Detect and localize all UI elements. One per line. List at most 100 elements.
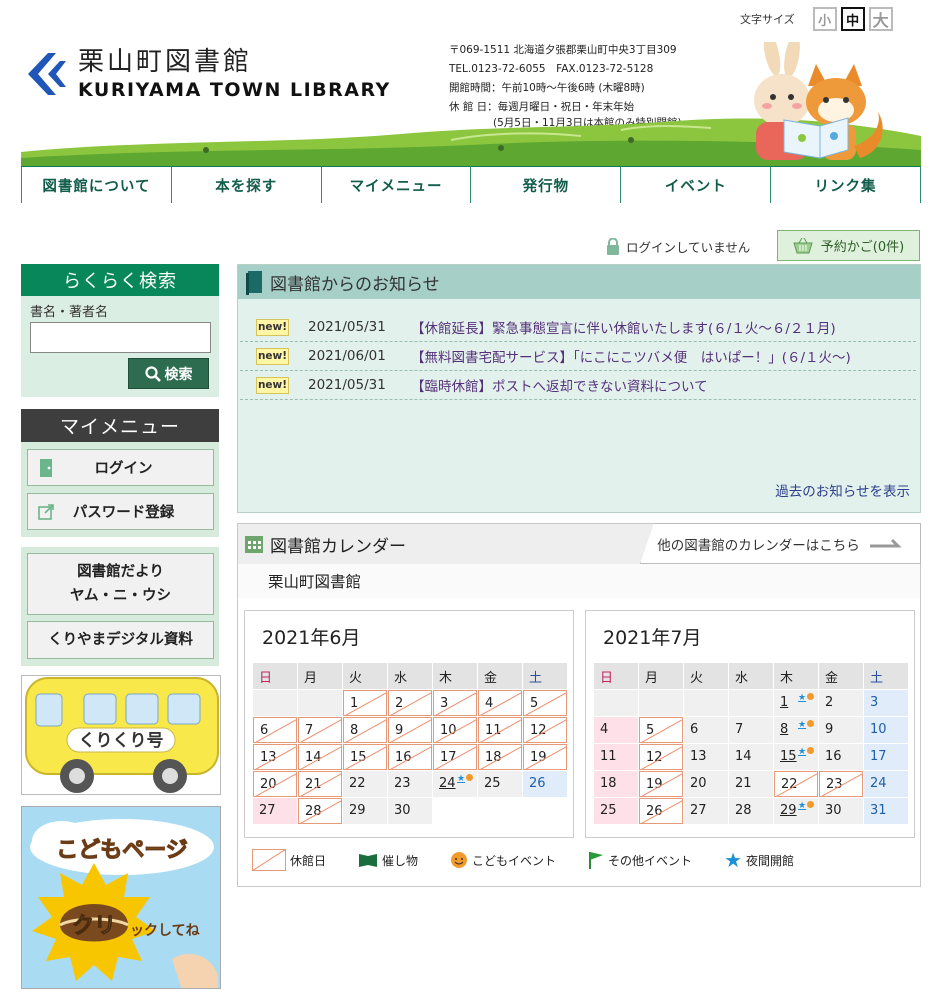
news-link[interactable]: 【休館延長】緊急事態宣言に伴い休館いたします(６/１火～６/２１月) — [411, 317, 836, 337]
library-name: 栗山町図書館 — [238, 564, 920, 598]
news-date: 2021/06/01 — [308, 348, 386, 364]
digital-archive-button[interactable]: くりやまデジタル資料 — [27, 621, 214, 659]
news-item[interactable]: new! 2021/06/01 【無料図書宅配サービス】「にこにこツバメ便 はい… — [240, 342, 916, 371]
event-book-icon — [359, 854, 378, 867]
day-number: 8 — [780, 722, 789, 737]
past-news-link[interactable]: 過去のお知らせを表示 — [775, 480, 910, 500]
new-badge: new! — [256, 318, 289, 336]
calendar-day: 1 — [343, 690, 387, 716]
password-button-label: パスワード登録 — [72, 505, 175, 521]
news-link[interactable]: 【無料図書宅配サービス】「にこにこツバメ便 はいぱー！」(６/１火～) — [411, 346, 851, 366]
door-icon — [40, 458, 52, 477]
day-number: 27 — [259, 803, 276, 818]
calendar-day[interactable]: 8 ★ — [774, 717, 818, 743]
day-number: 18 — [600, 776, 617, 791]
calendar-day: 8 — [343, 717, 387, 743]
calendar-day[interactable]: 1 ★ — [774, 690, 818, 716]
kids-event-dot-icon — [466, 774, 473, 781]
kids-event-dot-icon — [807, 720, 814, 727]
day-number: 28 — [735, 803, 752, 818]
other-calendar-label: 他の図書館のカレンダーはこちら — [657, 537, 860, 554]
newsletter-line2: ヤム・ニ・ウシ — [69, 588, 172, 604]
news-item[interactable]: new! 2021/05/31 【臨時休館】ポストへ返却できない資料について — [240, 371, 916, 400]
calendar-day: 17 — [433, 744, 477, 770]
nav-links[interactable]: リンク集 — [770, 167, 921, 203]
weekday-header: 日 — [594, 663, 638, 689]
calendar-day: 5 — [639, 717, 683, 743]
nav-search-books[interactable]: 本を探す — [170, 167, 321, 203]
day-number: 27 — [690, 803, 707, 818]
day-number: 13 — [260, 750, 277, 765]
nav-about-library[interactable]: 図書館について — [21, 167, 171, 203]
kids-title: こどもページ — [56, 838, 188, 863]
calendar-day: 5 — [523, 690, 567, 716]
calendar-day: 21 — [729, 771, 773, 797]
nav-my-menu[interactable]: マイメニュー — [320, 167, 471, 203]
day-number: 8 — [350, 723, 359, 738]
search-icon — [144, 365, 161, 382]
weekday-header: 木 — [774, 663, 818, 689]
calendar-legend: 休館日 催し物 こどもイベント その他イベント ★ 夜間開館 — [252, 849, 826, 871]
calendar-day: 4 — [478, 690, 522, 716]
sidebar-links-panel: 図書館だより ヤム・ニ・ウシ くりやまデジタル資料 — [21, 547, 219, 666]
kids-page-banner[interactable]: こどもページ クリ ックしてね — [21, 806, 221, 989]
calendar-day[interactable]: 15 ★ — [774, 744, 818, 770]
login-button[interactable]: ログイン — [27, 449, 214, 486]
calendar-day[interactable]: 24 ★ — [433, 771, 477, 797]
new-badge: new! — [256, 347, 289, 365]
calendar-day: 26 — [639, 798, 683, 824]
calendar-day[interactable]: 29 ★ — [774, 798, 818, 824]
calendar-day: 19 — [523, 744, 567, 770]
password-register-button[interactable]: パスワード登録 — [27, 493, 214, 530]
weekday-header: 月 — [639, 663, 683, 689]
calendar-day: 22 — [343, 771, 387, 797]
search-button[interactable]: 検索 — [128, 358, 209, 389]
other-library-calendar-link[interactable]: 他の図書館のカレンダーはこちら — [640, 523, 921, 564]
month-grid: 日月火水木金土 1 ★ 2 3 4 5 6 7 8 ★ 9 10 11 12 13 14 15 ★ 16 17 18 19 2… — [594, 663, 908, 824]
site-logo[interactable]: 栗山町図書館 KURIYAMA TOWN LIBRARY — [26, 48, 391, 101]
calendar-day: 13 — [684, 744, 728, 770]
day-number: 19 — [530, 750, 547, 765]
calendar-day: 19 — [639, 771, 683, 797]
calendar-day: 17 — [864, 744, 908, 770]
day-number: 21 — [305, 777, 322, 792]
calendar-day: 13 — [253, 744, 297, 770]
title-author-input[interactable] — [30, 322, 211, 353]
login-button-label: ログイン — [94, 461, 153, 477]
legend-night: ★ 夜間開館 — [724, 850, 794, 870]
nav-publications[interactable]: 発行物 — [470, 167, 621, 203]
day-number: 6 — [690, 722, 699, 737]
reservation-cart-button[interactable]: 予約かご(0件) — [777, 230, 920, 261]
calendar-empty-cell — [253, 690, 297, 716]
day-number: 15 — [350, 750, 367, 765]
day-number: 3 — [440, 696, 449, 711]
font-size-small-button[interactable]: 小 — [812, 7, 837, 31]
calendar-title: 図書館カレンダー — [270, 536, 406, 557]
day-number: 24 — [439, 776, 456, 791]
nav-events[interactable]: イベント — [620, 167, 771, 203]
month-july: 2021年7月 日月火水木金土 1 ★ 2 3 4 5 6 7 8 ★ 9 10 11 12 13 14 15 ★ 1… — [585, 610, 915, 838]
font-size-large-button[interactable]: 大 — [868, 7, 893, 31]
day-number: 12 — [530, 723, 547, 738]
star-icon: ★ — [724, 848, 742, 872]
lock-icon — [607, 238, 619, 255]
news-item[interactable]: new! 2021/05/31 【休館延長】緊急事態宣言に伴い休館いたします(６… — [240, 313, 916, 342]
news-header: 図書館からのお知らせ — [238, 265, 920, 299]
font-size-medium-button[interactable]: 中 — [840, 7, 865, 31]
day-number: 23 — [826, 777, 843, 792]
day-number: 20 — [690, 776, 707, 791]
month-title: 2021年7月 — [603, 627, 702, 649]
newsletter-button[interactable]: 図書館だより ヤム・ニ・ウシ — [27, 553, 214, 615]
day-number: 4 — [485, 696, 494, 711]
calendar-day: 22 — [774, 771, 818, 797]
kids-sub-text: ックしてね — [130, 923, 200, 939]
calendar-empty-cell — [684, 690, 728, 716]
calendar-day: 18 — [478, 744, 522, 770]
mobile-library-banner[interactable]: くりくり号 — [21, 675, 221, 795]
kids-click-text: クリ — [72, 914, 116, 939]
calendar-day: 23 — [819, 771, 863, 797]
quick-search-title: らくらく検索 — [21, 264, 219, 296]
login-status: ログインしていません — [606, 237, 750, 256]
search-button-label: 検索 — [164, 366, 193, 383]
news-link[interactable]: 【臨時休館】ポストへ返却できない資料について — [411, 375, 708, 395]
